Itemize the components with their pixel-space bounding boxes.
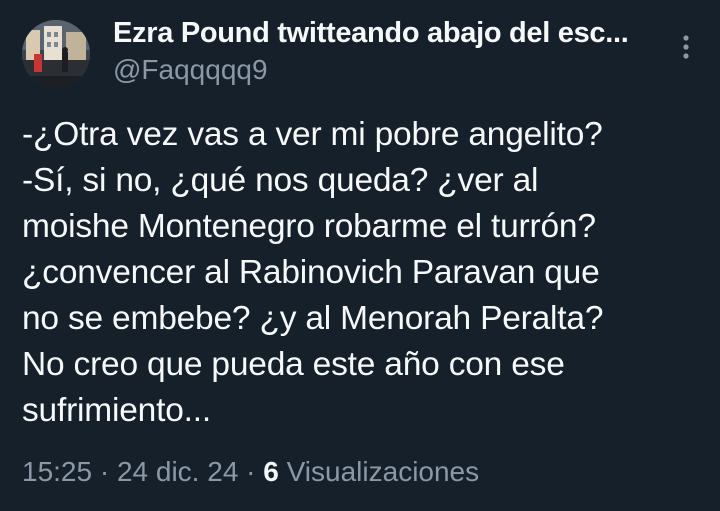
tweet-text: -¿Otra vez vas a ver mi pobre angelito? … [22,112,712,434]
more-vertical-icon [683,35,689,59]
author-display-name[interactable]: Ezra Pound twitteando abajo del esc... [113,14,658,52]
tweet-text-line: -¿Otra vez vas a ver mi pobre angelito? [22,116,603,153]
tweet-date[interactable]: 24 dic. 24 [117,456,238,487]
tweet-text-line: sufrimiento... [22,392,211,429]
avatar-image [22,20,90,88]
tweet-time[interactable]: 15:25 [22,456,92,487]
tweet-text-line: moishe Montenegro robarme el turrón? [22,208,596,245]
avatar[interactable] [22,20,90,88]
tweet-card: Ezra Pound twitteando abajo del esc... @… [0,0,720,511]
tweet-meta: 15:25 · 24 dic. 24 · 6 Visualizaciones [22,452,479,492]
meta-separator: · [99,456,110,487]
author-handle[interactable]: @Faqqqqq9 [113,52,268,88]
views-label[interactable]: Visualizaciones [287,456,480,487]
tweet-text-line: -Sí, si no, ¿qué nos queda? ¿ver al [22,162,539,199]
views-count[interactable]: 6 [263,456,279,487]
tweet-text-line: no se embebe? ¿y al Menorah Peralta? [22,300,604,337]
meta-separator: · [246,456,256,487]
tweet-text-line: ¿convencer al Rabinovich Paravan que [22,254,600,291]
more-options-button[interactable] [670,30,702,64]
tweet-text-line: No creo que pueda este año con ese [22,346,565,383]
